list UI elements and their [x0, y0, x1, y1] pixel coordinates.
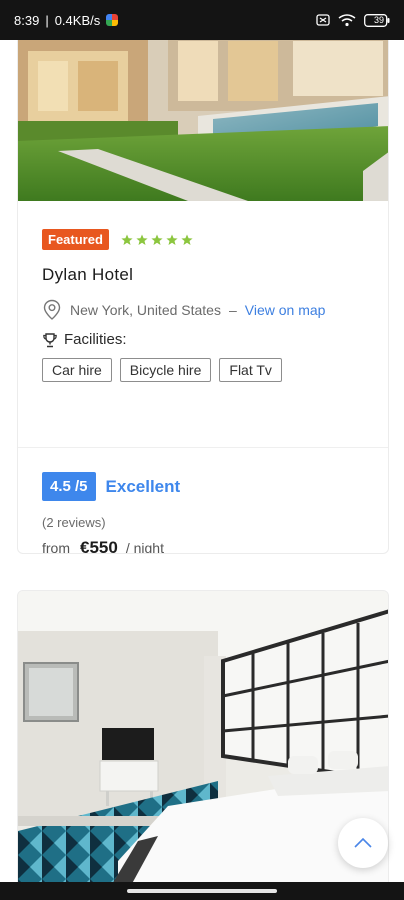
wifi-icon — [338, 13, 356, 27]
rating-row: 4.5 /5 Excellent — [42, 472, 180, 501]
status-right: 39 — [316, 13, 390, 27]
star-icon — [121, 234, 133, 245]
location-row: New York, United States – View on map — [42, 299, 366, 321]
hotel-card[interactable] — [17, 590, 389, 882]
facilities-header: Facilities: — [42, 331, 366, 348]
star-icon — [166, 234, 178, 245]
price-suffix: / night — [125, 540, 164, 554]
status-time: 8:39 — [14, 12, 40, 28]
hotel-photo-room[interactable] — [18, 591, 389, 882]
facility-chips: Car hire Bicycle hire Flat Tv — [42, 358, 366, 382]
review-count[interactable]: (2 reviews) — [42, 515, 180, 530]
price-prefix: from — [42, 540, 70, 554]
location-separator: – — [228, 302, 237, 318]
map-pin-icon — [43, 299, 61, 320]
star-icon — [181, 234, 193, 245]
sim-icon — [316, 14, 330, 26]
hotel-details: Featured Dylan Hotel New York, United St… — [18, 201, 388, 382]
featured-badge: Featured — [42, 229, 109, 250]
hotel-card[interactable]: Featured Dylan Hotel New York, United St… — [17, 40, 389, 554]
scroll-to-top-button[interactable] — [338, 818, 388, 868]
price-row: from €550 / night — [42, 538, 180, 554]
view-on-map-link[interactable]: View on map — [245, 302, 326, 318]
card-divider — [18, 447, 388, 448]
status-separator: | — [45, 12, 49, 28]
star-rating — [121, 234, 193, 246]
hotel-photo-pool[interactable] — [18, 40, 389, 201]
hotel-name[interactable]: Dylan Hotel — [42, 265, 366, 285]
star-icon — [136, 234, 148, 245]
facility-chip[interactable]: Flat Tv — [219, 358, 282, 382]
home-indicator[interactable] — [127, 889, 277, 893]
listing-scroll-area[interactable]: Featured Dylan Hotel New York, United St… — [0, 40, 404, 882]
status-bar: 8:39 | 0.4KB/s 39 — [0, 0, 404, 40]
network-speed: 0.4KB/s — [54, 12, 101, 28]
score-badge: 4.5 /5 — [42, 472, 96, 501]
badge-row: Featured — [42, 229, 366, 250]
rating-block: 4.5 /5 Excellent (2 reviews) from €550 /… — [42, 472, 180, 554]
score-label: Excellent — [105, 476, 181, 496]
chevron-up-icon — [354, 837, 372, 848]
app-notification-icon — [106, 14, 119, 26]
facilities-label: Facilities: — [64, 331, 127, 348]
system-nav-bar — [0, 882, 404, 900]
star-icon — [151, 234, 163, 245]
location-text: New York, United States — [70, 302, 221, 318]
facility-chip[interactable]: Car hire — [42, 358, 112, 382]
trophy-icon — [43, 332, 57, 347]
price-value: €550 — [80, 538, 118, 554]
status-left: 8:39 | 0.4KB/s — [14, 12, 119, 28]
battery-level: 39 — [373, 15, 384, 25]
facility-chip[interactable]: Bicycle hire — [119, 358, 212, 382]
